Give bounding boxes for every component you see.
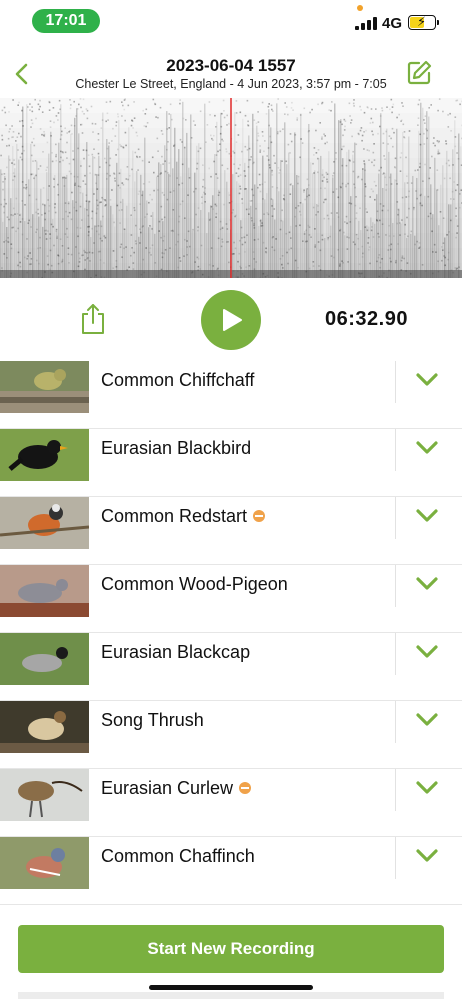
chevron-down-icon	[416, 781, 438, 794]
spectrogram[interactable]	[0, 98, 462, 278]
species-name: Song Thrush	[101, 709, 204, 730]
species-list: Common Chiffchaff Eurasian Blackbird Com…	[0, 361, 462, 905]
edit-icon	[407, 60, 432, 85]
bird-photo	[0, 429, 89, 481]
bird-photo	[0, 565, 89, 617]
signal-icon	[355, 16, 377, 30]
expand-button[interactable]	[414, 439, 440, 457]
battery-icon: ⚡	[408, 14, 436, 30]
bird-photo	[0, 701, 89, 753]
chevron-down-icon	[416, 713, 438, 726]
chevron-down-icon	[416, 645, 438, 658]
page-title: 2023-06-04 1557	[166, 56, 296, 75]
status-bar: 17:01 4G ⚡	[0, 0, 462, 44]
species-row[interactable]: Eurasian Blackbird	[0, 429, 462, 497]
row-divider	[395, 701, 396, 743]
species-row[interactable]: Song Thrush	[0, 701, 462, 769]
species-name: Common Redstart	[101, 497, 266, 535]
row-divider	[395, 837, 396, 879]
species-thumbnail	[0, 497, 89, 549]
play-button[interactable]	[201, 290, 261, 350]
expand-button[interactable]	[414, 371, 440, 389]
row-divider	[395, 429, 396, 471]
expand-button[interactable]	[414, 507, 440, 525]
species-row[interactable]: Common Wood-Pigeon	[0, 565, 462, 633]
species-thumbnail	[0, 429, 89, 481]
bird-photo	[0, 837, 89, 889]
spectrogram-canvas	[0, 98, 462, 278]
share-button[interactable]	[80, 302, 106, 336]
elapsed-time: 06:32.90	[325, 308, 408, 330]
expand-button[interactable]	[414, 643, 440, 661]
species-row[interactable]: Common Redstart	[0, 497, 462, 565]
chevron-down-icon	[416, 441, 438, 454]
species-thumbnail	[0, 701, 89, 753]
share-icon	[82, 304, 104, 334]
play-icon	[223, 309, 242, 331]
species-thumbnail	[0, 361, 89, 413]
row-divider	[395, 361, 396, 403]
species-name: Common Chaffinch	[101, 845, 255, 866]
header: 2023-06-04 1557 Chester Le Street, Engla…	[0, 54, 462, 94]
species-name: Eurasian Blackcap	[101, 641, 251, 662]
species-row[interactable]: Common Chaffinch	[0, 837, 462, 905]
start-new-recording-button[interactable]: Start New Recording	[18, 925, 444, 973]
bottom-strip	[18, 992, 444, 999]
network-label: 4G	[382, 15, 403, 32]
row-divider	[395, 633, 396, 675]
mic-indicator-dot	[357, 5, 363, 11]
rarity-badge-icon	[239, 782, 252, 794]
expand-button[interactable]	[414, 779, 440, 797]
species-name: Common Wood-Pigeon	[101, 573, 288, 594]
species-row[interactable]: Eurasian Curlew	[0, 769, 462, 837]
battery-tip	[437, 20, 439, 25]
chevron-down-icon	[416, 373, 438, 386]
playback-controls: 06:32.90	[0, 280, 462, 360]
edit-button[interactable]	[406, 60, 432, 86]
species-thumbnail	[0, 633, 89, 685]
row-divider	[395, 565, 396, 607]
chevron-down-icon	[416, 509, 438, 522]
home-indicator	[149, 985, 313, 990]
species-row[interactable]: Eurasian Blackcap	[0, 633, 462, 701]
species-name: Common Chiffchaff	[101, 369, 255, 390]
species-thumbnail	[0, 565, 89, 617]
expand-button[interactable]	[414, 575, 440, 593]
species-row[interactable]: Common Chiffchaff	[0, 361, 462, 429]
rarity-badge-icon	[253, 510, 266, 522]
expand-button[interactable]	[414, 711, 440, 729]
bird-photo	[0, 497, 89, 549]
species-name: Eurasian Blackbird	[101, 437, 252, 458]
species-thumbnail	[0, 769, 89, 821]
chevron-down-icon	[416, 849, 438, 862]
bird-photo	[0, 361, 89, 413]
status-time: 17:01	[32, 9, 100, 33]
row-divider	[395, 769, 396, 811]
bird-photo	[0, 769, 89, 821]
row-divider	[395, 497, 396, 539]
expand-button[interactable]	[414, 847, 440, 865]
page-subtitle: Chester Le Street, England - 4 Jun 2023,…	[75, 77, 387, 91]
chevron-down-icon	[416, 577, 438, 590]
species-name: Eurasian Curlew	[101, 769, 252, 807]
bird-photo	[0, 633, 89, 685]
species-thumbnail	[0, 837, 89, 889]
